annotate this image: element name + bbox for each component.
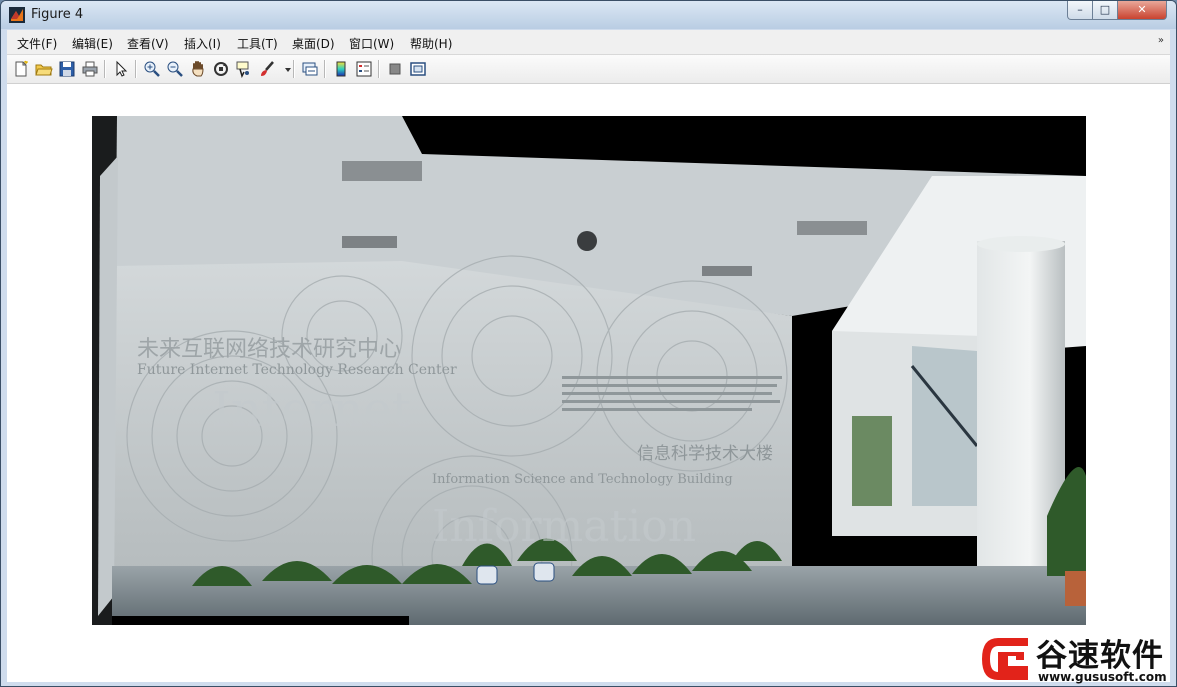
data-cursor-icon[interactable] <box>235 60 253 78</box>
zoom-in-icon[interactable] <box>143 60 161 78</box>
wall-chinese-title: 未来互联网络技术研究中心 <box>137 337 401 362</box>
new-figure-icon[interactable] <box>12 60 30 78</box>
menu-insert[interactable]: 插入(I) <box>184 35 221 52</box>
toolbar-separator <box>135 60 137 78</box>
minimize-button[interactable]: – <box>1067 1 1093 20</box>
toolbar-separator <box>378 60 380 78</box>
wall-big-information: Information <box>432 501 696 552</box>
open-file-icon[interactable] <box>35 60 53 78</box>
rotate-3d-icon[interactable] <box>212 60 230 78</box>
matlab-icon <box>9 7 25 23</box>
brush-icon[interactable] <box>258 60 276 78</box>
figure-canvas[interactable]: 未来互联网络技术研究中心 Future Internet Technology … <box>7 84 1170 682</box>
watermark: 谷速软件 www.gususoft.com <box>978 630 1177 687</box>
save-icon[interactable] <box>58 60 76 78</box>
window-title: Figure 4 <box>31 7 84 22</box>
print-icon[interactable] <box>81 60 99 78</box>
menu-bar: 文件(F) 编辑(E) 查看(V) 插入(I) 工具(T) 桌面(D) 窗口(W… <box>7 30 1170 55</box>
menu-view[interactable]: 查看(V) <box>127 35 169 52</box>
zoom-out-icon[interactable] <box>166 60 184 78</box>
show-plot-tools-icon[interactable] <box>409 60 427 78</box>
menu-file[interactable]: 文件(F) <box>17 35 57 52</box>
menu-overflow-icon[interactable]: » <box>1158 35 1164 46</box>
menu-tools[interactable]: 工具(T) <box>237 35 278 52</box>
brush-dropdown-icon[interactable] <box>279 60 291 78</box>
panorama-image: 未来互联网络技术研究中心 Future Internet Technology … <box>92 116 1086 625</box>
menu-desktop[interactable]: 桌面(D) <box>292 35 335 52</box>
wall-big-internet: Internet <box>212 382 411 438</box>
toolbar-separator <box>324 60 326 78</box>
link-plot-icon[interactable] <box>301 60 319 78</box>
gusu-logo-icon <box>982 638 1028 680</box>
menu-edit[interactable]: 编辑(E) <box>72 35 113 52</box>
toolbar-separator <box>293 60 295 78</box>
menu-window[interactable]: 窗口(W) <box>349 35 394 52</box>
wall-english-title: Future Internet Technology Research Cent… <box>137 362 457 378</box>
close-button[interactable]: ✕ <box>1117 1 1167 20</box>
hide-plot-tools-icon[interactable] <box>386 60 404 78</box>
pan-hand-icon[interactable] <box>189 60 207 78</box>
toolbar-separator <box>104 60 106 78</box>
edit-plot-arrow-icon[interactable] <box>112 60 130 78</box>
maximize-button[interactable]: □ <box>1092 1 1118 20</box>
menu-help[interactable]: 帮助(H) <box>410 35 452 52</box>
colorbar-icon[interactable] <box>332 60 350 78</box>
figure-window: Figure 4 – □ ✕ 文件(F) 编辑(E) 查看(V) 插入(I) 工… <box>0 0 1177 687</box>
watermark-name: 谷速软件 <box>1036 638 1164 674</box>
title-bar[interactable]: Figure 4 – □ ✕ <box>1 1 1176 29</box>
wall-chinese-building: 信息科学技术大楼 <box>637 444 773 464</box>
wall-english-building: Information Science and Technology Build… <box>432 472 733 487</box>
watermark-url: www.gususoft.com <box>1038 670 1167 684</box>
legend-icon[interactable] <box>355 60 373 78</box>
panorama-drawing: 未来互联网络技术研究中心 Future Internet Technology … <box>92 116 1086 625</box>
figure-toolbar <box>7 55 1170 84</box>
